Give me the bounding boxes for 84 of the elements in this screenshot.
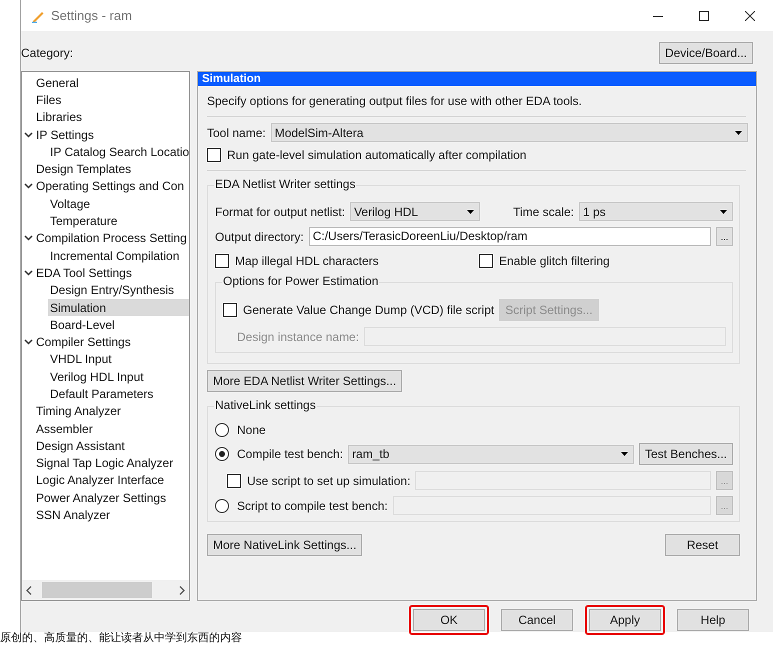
device-board-button[interactable]: Device/Board... [658, 42, 753, 64]
caret-icon [720, 210, 727, 214]
group-title: EDA Netlist Writer settings [214, 177, 356, 191]
output-directory-field[interactable]: C:/Users/TerasicDoreenLiu/Desktop/ram [308, 227, 711, 246]
tree-item[interactable]: VHDL Input [22, 350, 189, 368]
checkbox[interactable] [215, 254, 229, 268]
horizontal-scrollbar[interactable] [22, 580, 189, 600]
test-benches-button[interactable]: Test Benches... [638, 443, 733, 465]
tree-item[interactable]: Power Analyzer Settings [22, 489, 189, 506]
background-text: 原创的、高质量的、能让读者从中学到东西的内容 [0, 632, 242, 645]
chevron-down-icon [24, 235, 33, 242]
dialog-button[interactable]: OK [413, 609, 485, 631]
dialog-button[interactable]: Apply [589, 609, 661, 631]
tree-item[interactable]: Assembler [22, 420, 189, 438]
tree-item[interactable]: General [22, 74, 189, 92]
group-title: Options for Power Estimation [222, 274, 380, 288]
tree-item[interactable]: Compiler Settings [22, 333, 189, 351]
tree-item[interactable]: Design Entry/Synthesis [22, 282, 189, 299]
category-label: Category: [21, 46, 74, 60]
checkbox[interactable] [223, 303, 237, 317]
dropdown[interactable]: ram_tb [348, 444, 634, 464]
radio-button[interactable] [215, 447, 229, 461]
chevron-down-icon [24, 339, 33, 346]
reset-button[interactable]: Reset [665, 534, 740, 556]
checkbox[interactable] [479, 254, 493, 268]
tree-item[interactable]: Operating Settings and Con [22, 178, 189, 196]
checkbox-label: Map illegal HDL characters [235, 254, 379, 268]
group-title: NativeLink settings [214, 398, 317, 412]
close-icon [745, 10, 755, 20]
field-label: Design instance name: [236, 330, 360, 344]
radio-button[interactable] [215, 498, 229, 512]
window-title: Settings - ram [51, 8, 132, 23]
tree-item[interactable]: Timing Analyzer [22, 402, 189, 420]
checkbox[interactable] [227, 474, 241, 488]
tree-item[interactable]: Incremental Compilation [22, 246, 189, 264]
tree-item[interactable]: Voltage [22, 195, 189, 212]
tree-item[interactable]: Design Templates [22, 160, 189, 178]
dialog-button[interactable]: Cancel [501, 609, 573, 631]
field-label: Output directory: [215, 230, 304, 244]
tree-item[interactable]: IP Catalog Search Locatio [22, 143, 189, 160]
radio-button[interactable] [215, 423, 229, 437]
tree-item[interactable]: Simulation [48, 298, 189, 316]
checkbox-label: Use script to set up simulation: [247, 474, 410, 488]
field-label: Format for output netlist: [215, 204, 346, 218]
more-eda-settings-button[interactable]: More EDA Netlist Writer Settings... [207, 370, 402, 392]
checkbox[interactable] [207, 148, 221, 162]
dropdown[interactable]: ModelSim-Altera [270, 123, 748, 142]
more-nativelink-settings-button[interactable]: More NativeLink Settings... [207, 534, 362, 556]
tree-item[interactable]: Board-Level [22, 316, 189, 334]
tree-item[interactable]: Verilog HDL Input [22, 368, 189, 386]
dropdown[interactable]: Verilog HDL [350, 202, 480, 221]
browse-button[interactable]: ... [716, 227, 733, 246]
tree-item[interactable]: Logic Analyzer Interface [22, 472, 189, 490]
tree-item[interactable]: Temperature [22, 212, 189, 230]
tree-item[interactable]: Design Assistant [22, 437, 189, 455]
tree-item[interactable]: IP Settings [22, 126, 189, 144]
tree-item[interactable]: EDA Tool Settings [22, 264, 189, 282]
caret-icon [620, 452, 628, 456]
chevron-down-icon [24, 183, 33, 190]
tree-item[interactable]: Signal Tap Logic Analyzer [22, 454, 189, 472]
description-text: Specify options for generating output files for use with other EDA tools. [207, 94, 583, 110]
panel-header: Simulation [198, 72, 756, 86]
caret-icon [467, 210, 474, 214]
maximize-icon [699, 10, 709, 20]
checkbox-label: Run gate-level simulation automatically after compilation [227, 148, 526, 162]
scroll-left-icon [26, 586, 32, 594]
radio-label: Compile test bench: [237, 447, 344, 461]
radio-label: Script to compile test bench: [237, 498, 388, 512]
chevron-down-icon [24, 270, 33, 276]
tree-item[interactable]: SSN Analyzer [22, 506, 189, 524]
scroll-right-icon [179, 586, 185, 594]
radio-label: None [237, 423, 266, 437]
tree-item[interactable]: Files [22, 91, 189, 109]
chevron-down-icon [24, 132, 33, 138]
field-label: Time scale: [513, 204, 574, 218]
field-label: Tool name: [207, 126, 266, 140]
checkbox-label: Generate Value Change Dump (VCD) file script [243, 303, 494, 317]
dialog-button[interactable]: Help [677, 609, 749, 631]
checkbox-label: Enable glitch filtering [499, 254, 610, 268]
dropdown[interactable]: 1 ps [578, 202, 733, 221]
tree-item[interactable]: Libraries [22, 108, 189, 126]
caret-icon [735, 130, 742, 134]
tree-item[interactable]: Default Parameters [22, 385, 189, 403]
tree-item[interactable]: Compilation Process Setting [22, 230, 189, 247]
